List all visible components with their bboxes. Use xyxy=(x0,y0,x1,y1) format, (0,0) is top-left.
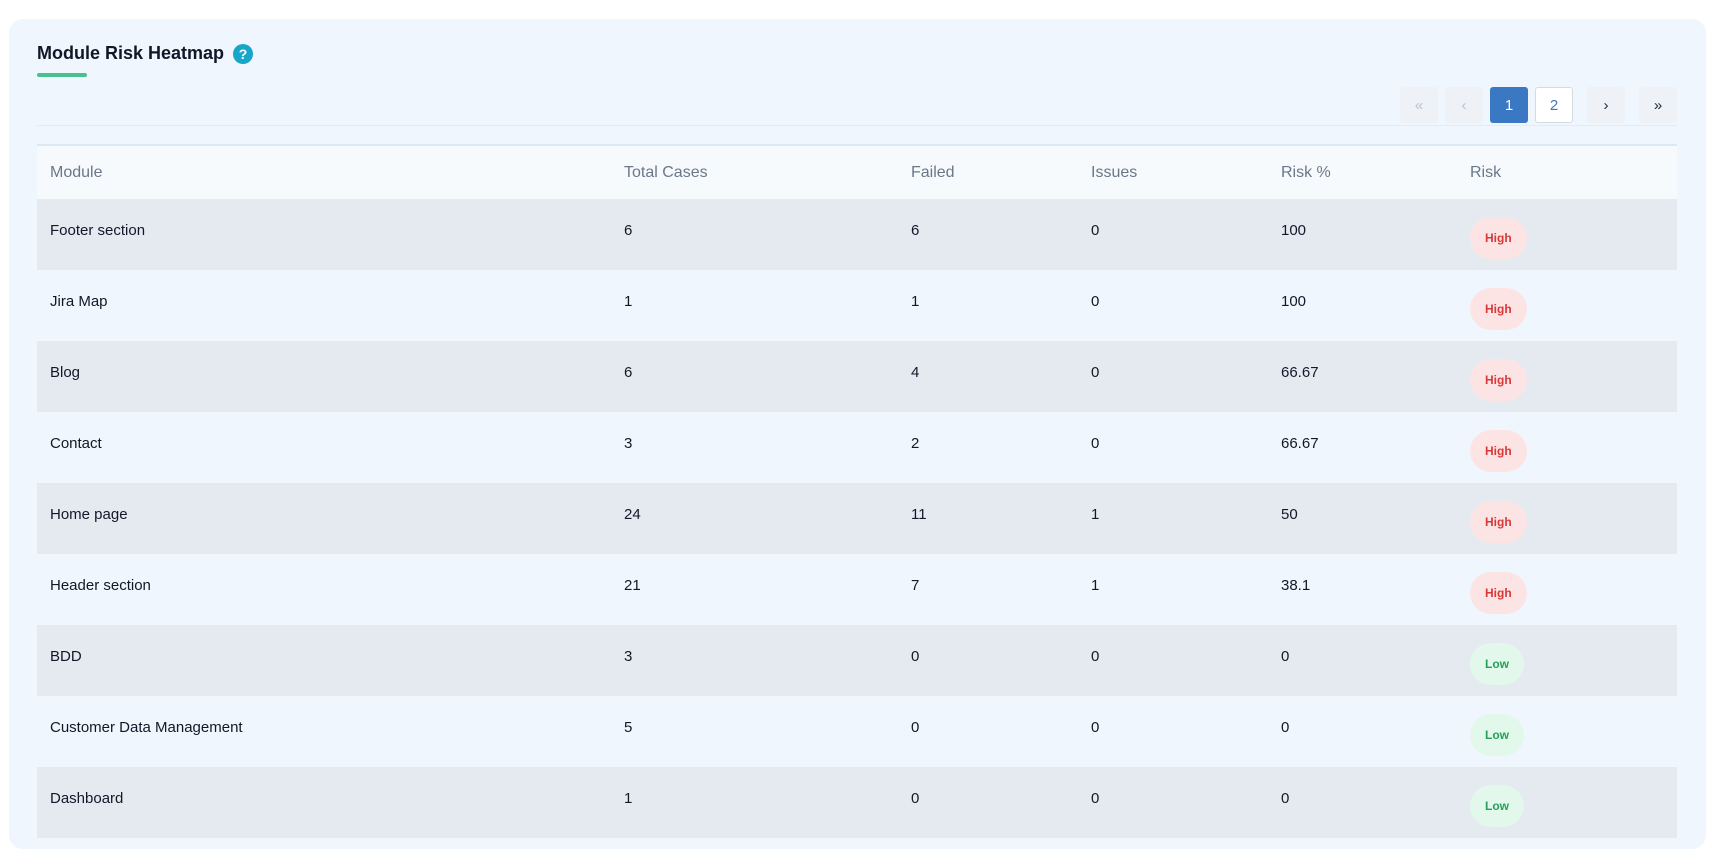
cell-issues: 0 xyxy=(1091,293,1100,310)
cell-failed: 6 xyxy=(911,222,920,239)
risk-badge: High xyxy=(1470,430,1527,472)
risk-badge: High xyxy=(1470,288,1527,330)
cell-total-cases: 1 xyxy=(624,293,633,310)
cell-total-cases: 3 xyxy=(624,648,633,665)
last-page-button[interactable]: » xyxy=(1639,87,1677,123)
risk-badge: High xyxy=(1470,359,1527,401)
table-row[interactable]: Blog 6 4 0 66.67 High xyxy=(37,341,1677,412)
column-header-failed[interactable]: Failed xyxy=(898,145,1078,199)
table-row[interactable]: BDD 3 0 0 0 Low xyxy=(37,625,1677,696)
cell-issues: 0 xyxy=(1091,648,1100,665)
risk-badge: High xyxy=(1470,572,1527,614)
cell-risk: High xyxy=(1457,341,1677,412)
cell-risk-pct: 50 xyxy=(1281,506,1298,523)
cell-total-cases: 6 xyxy=(624,222,633,239)
cell-failed: 11 xyxy=(911,506,927,523)
help-icon[interactable]: ? xyxy=(233,43,254,64)
table-body: Footer section 6 6 0 100 High Jira Map 1 1 0 100 Hi… xyxy=(37,199,1677,838)
cell-total-cases: 6 xyxy=(624,364,633,381)
cell-failed: 0 xyxy=(911,648,920,665)
column-header-issues[interactable]: Issues xyxy=(1078,145,1268,199)
cell-failed: 2 xyxy=(911,435,920,452)
cell-risk: High xyxy=(1457,483,1677,554)
cell-module: Contact xyxy=(50,435,102,452)
panel-title: Module Risk Heatmap xyxy=(37,43,225,63)
panel-header: Module Risk Heatmap ? xyxy=(37,43,254,64)
cell-failed: 0 xyxy=(911,790,920,807)
cell-module: Customer Data Management xyxy=(50,719,243,736)
column-header-risk-pct[interactable]: Risk % xyxy=(1268,145,1457,199)
cell-risk-pct: 38.1 xyxy=(1281,577,1311,594)
cell-issues: 0 xyxy=(1091,435,1100,452)
cell-total-cases: 5 xyxy=(624,719,633,736)
table-row[interactable]: Contact 3 2 0 66.67 High xyxy=(37,412,1677,483)
cell-issues: 0 xyxy=(1091,719,1100,736)
cell-failed: 4 xyxy=(911,364,920,381)
cell-failed: 0 xyxy=(911,719,920,736)
cell-issues: 0 xyxy=(1091,790,1100,807)
cell-risk: Low xyxy=(1457,696,1677,767)
risk-badge: High xyxy=(1470,217,1527,259)
column-header-module[interactable]: Module xyxy=(37,145,611,199)
cell-risk-pct: 0 xyxy=(1281,648,1290,665)
table-row[interactable]: Customer Data Management 5 0 0 0 Low xyxy=(37,696,1677,767)
cell-module: Footer section xyxy=(50,222,146,239)
pagination-bar: « ‹ 1 2 › » xyxy=(37,87,1677,126)
next-page-button[interactable]: › xyxy=(1587,87,1625,123)
table-row[interactable]: Footer section 6 6 0 100 High xyxy=(37,199,1677,270)
cell-risk: Low xyxy=(1457,767,1677,838)
cell-module: Jira Map xyxy=(50,293,108,310)
risk-badge: Low xyxy=(1470,643,1524,685)
cell-module: Header section xyxy=(50,577,151,594)
risk-table: Module Total Cases Failed Issues Risk % … xyxy=(37,144,1677,838)
cell-issues: 1 xyxy=(1091,506,1100,523)
cell-module: Dashboard xyxy=(50,790,124,807)
table-header: Module Total Cases Failed Issues Risk % … xyxy=(37,145,1677,199)
pagination: « ‹ 1 2 › » xyxy=(1393,87,1677,123)
table-row[interactable]: Header section 21 7 1 38.1 High xyxy=(37,554,1677,625)
page-1-button[interactable]: 1 xyxy=(1490,87,1528,123)
risk-badge: Low xyxy=(1470,785,1524,827)
cell-risk-pct: 0 xyxy=(1281,790,1290,807)
risk-badge: Low xyxy=(1470,714,1524,756)
module-risk-heatmap-panel: Module Risk Heatmap ? « ‹ 1 2 › » Module… xyxy=(9,19,1706,849)
cell-risk-pct: 0 xyxy=(1281,719,1290,736)
cell-issues: 0 xyxy=(1091,222,1100,239)
cell-risk-pct: 100 xyxy=(1281,293,1307,310)
column-header-total-cases[interactable]: Total Cases xyxy=(611,145,898,199)
cell-failed: 1 xyxy=(911,293,920,310)
cell-risk: High xyxy=(1457,270,1677,341)
cell-total-cases: 21 xyxy=(624,577,641,594)
cell-risk: Low xyxy=(1457,625,1677,696)
risk-badge: High xyxy=(1470,501,1527,543)
cell-total-cases: 3 xyxy=(624,435,633,452)
table-row[interactable]: Jira Map 1 1 0 100 High xyxy=(37,270,1677,341)
table-row[interactable]: Dashboard 1 0 0 0 Low xyxy=(37,767,1677,838)
cell-risk: High xyxy=(1457,554,1677,625)
cell-risk-pct: 66.67 xyxy=(1281,435,1319,452)
cell-module: BDD xyxy=(50,648,82,665)
title-underline xyxy=(37,73,87,77)
prev-page-button[interactable]: ‹ xyxy=(1445,87,1483,123)
cell-risk: High xyxy=(1457,199,1677,270)
cell-module: Blog xyxy=(50,364,81,381)
cell-risk-pct: 100 xyxy=(1281,222,1307,239)
cell-risk-pct: 66.67 xyxy=(1281,364,1319,381)
cell-module: Home page xyxy=(50,506,128,523)
cell-issues: 0 xyxy=(1091,364,1100,381)
cell-total-cases: 24 xyxy=(624,506,641,523)
cell-issues: 1 xyxy=(1091,577,1100,594)
table-row[interactable]: Home page 24 11 1 50 High xyxy=(37,483,1677,554)
first-page-button[interactable]: « xyxy=(1400,87,1438,123)
page-2-button[interactable]: 2 xyxy=(1535,87,1573,123)
column-header-risk[interactable]: Risk xyxy=(1457,145,1677,199)
cell-risk: High xyxy=(1457,412,1677,483)
cell-failed: 7 xyxy=(911,577,920,594)
cell-total-cases: 1 xyxy=(624,790,633,807)
